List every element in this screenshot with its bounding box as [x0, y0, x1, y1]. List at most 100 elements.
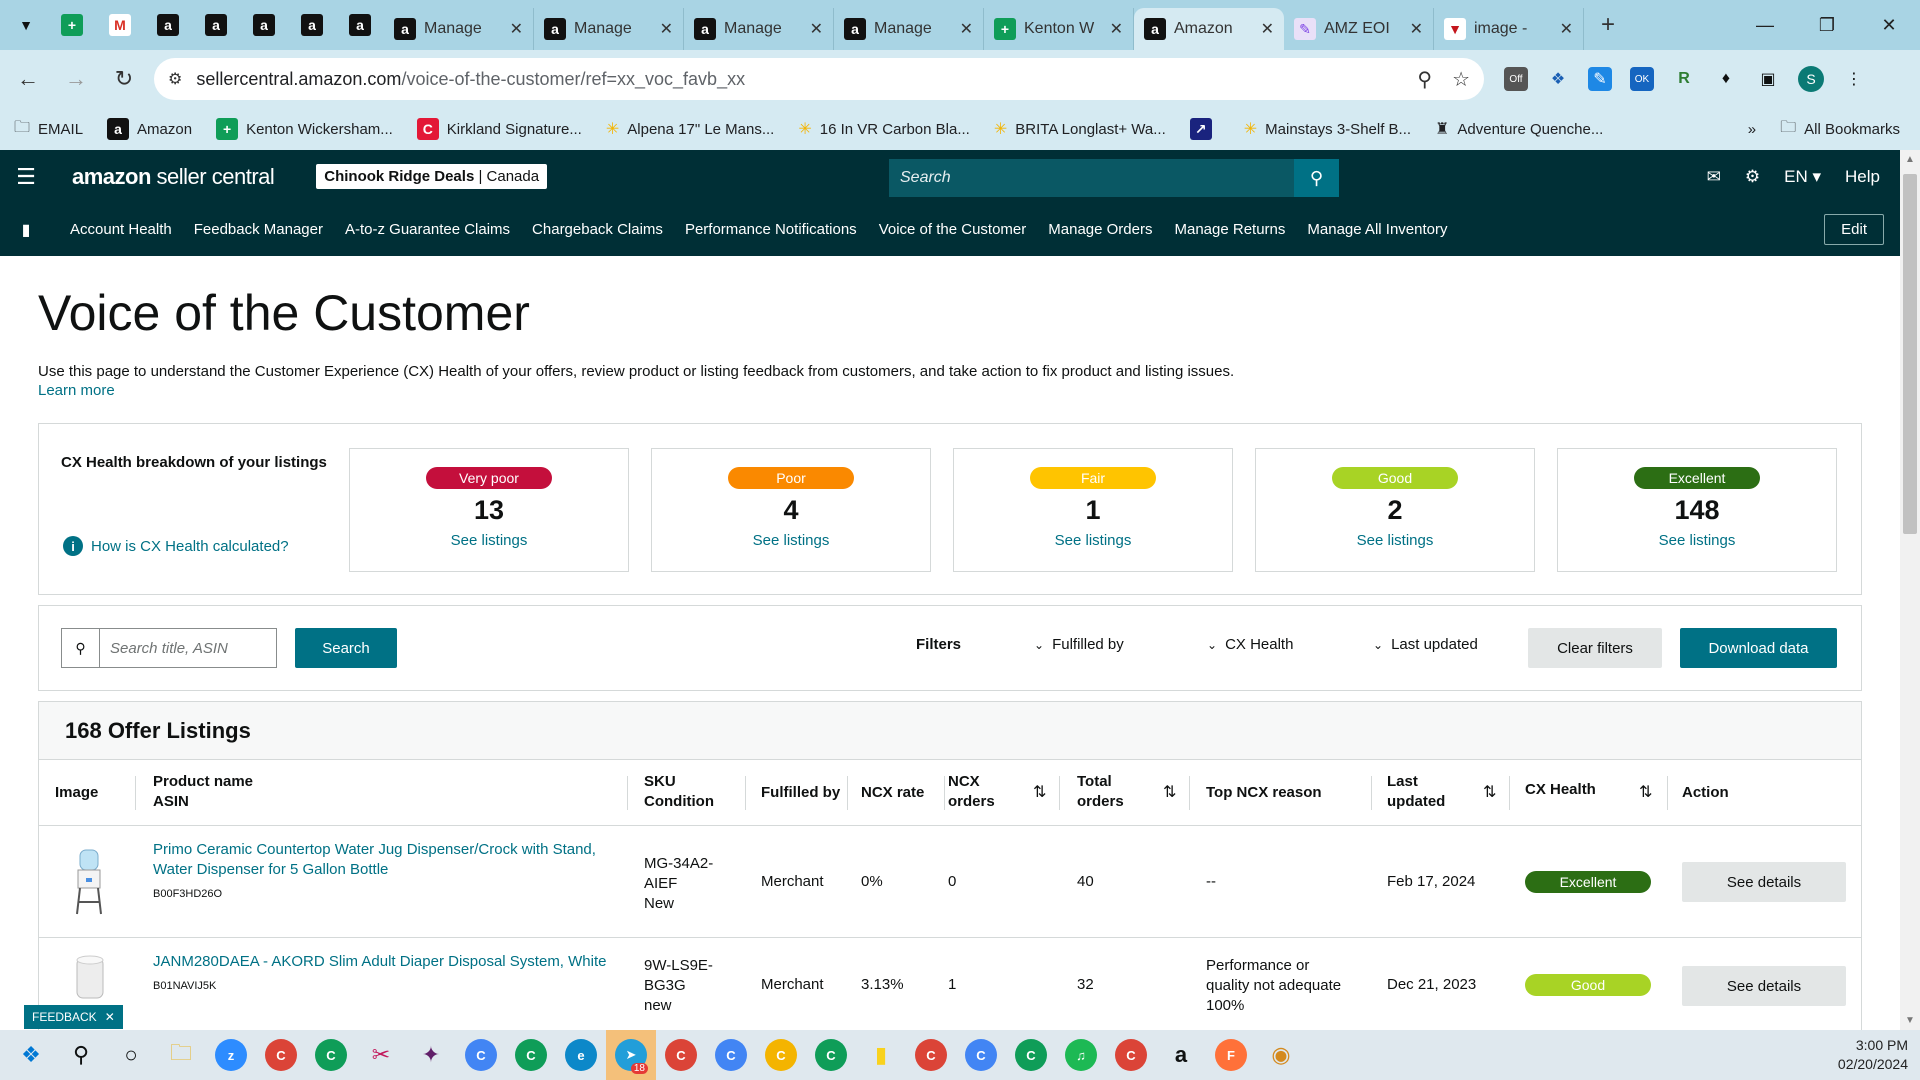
nav-account-health[interactable]: Account Health	[70, 221, 172, 238]
nav-manage-orders[interactable]: Manage Orders	[1048, 221, 1152, 238]
site-info-icon[interactable]: ⚙	[168, 69, 182, 89]
zoom-icon[interactable]: ⚲	[1417, 67, 1432, 92]
see-listings-link[interactable]: See listings	[1558, 532, 1836, 549]
bookmark-item[interactable]: ✳ BRITA Longlast+ Wa...	[994, 119, 1166, 139]
browser-tab[interactable]: + Kenton W ✕	[984, 8, 1134, 50]
page-scrollbar[interactable]: ▲ ▼	[1900, 150, 1920, 1030]
see-listings-link[interactable]: See listings	[954, 532, 1232, 549]
chrome-icon[interactable]: C	[1106, 1030, 1156, 1080]
tab-search-chevron-icon[interactable]: ▼	[8, 7, 44, 43]
restore-icon[interactable]: ❐	[1796, 0, 1858, 50]
gear-icon[interactable]: ⚙	[1745, 167, 1760, 187]
side-panel-icon[interactable]: ▣	[1756, 67, 1780, 91]
close-tab-icon[interactable]: ✕	[810, 19, 823, 39]
chrome-icon[interactable]: C	[306, 1030, 356, 1080]
cx-health-dropdown[interactable]: ⌄ CX Health	[1207, 636, 1293, 653]
nav-manage-all-inventory[interactable]: Manage All Inventory	[1307, 221, 1447, 238]
bookmark-item[interactable]: ✳ Alpena 17" Le Mans...	[606, 119, 775, 139]
pinned-tab-sheets[interactable]: +	[48, 0, 96, 50]
address-bar[interactable]: ⚙ sellercentral.amazon.com/voice-of-the-…	[154, 58, 1484, 100]
new-tab-button[interactable]: +	[1590, 11, 1626, 39]
language-selector[interactable]: EN ▾	[1784, 167, 1821, 187]
bookmark-item[interactable]: ✳ 16 In VR Carbon Bla...	[798, 119, 970, 139]
chrome-icon[interactable]: C	[256, 1030, 306, 1080]
bookmark-item[interactable]: ↗	[1189, 118, 1220, 140]
pinned-tab-amazon-3[interactable]: a	[240, 0, 288, 50]
see-details-button[interactable]: See details	[1682, 966, 1846, 1006]
listing-search-button[interactable]: Search	[295, 628, 397, 668]
zoom-icon[interactable]: z	[206, 1030, 256, 1080]
more-bookmarks-icon[interactable]: »	[1748, 121, 1756, 138]
ok-extension-icon[interactable]: OK	[1630, 67, 1654, 91]
search-input[interactable]: Search	[889, 169, 1294, 187]
bookmark-item[interactable]: a Amazon	[107, 118, 192, 140]
nav-feedback-manager[interactable]: Feedback Manager	[194, 221, 323, 238]
feedback-tab[interactable]: FEEDBACK ✕	[24, 1005, 123, 1029]
taskbar-clock[interactable]: 3:00 PM 02/20/2024	[1838, 1036, 1908, 1074]
back-icon[interactable]: ←	[8, 59, 48, 99]
search-icon[interactable]: ⚲	[1294, 159, 1339, 197]
close-tab-icon[interactable]: ✕	[660, 19, 673, 39]
bookmark-item[interactable]: C Kirkland Signature...	[416, 118, 582, 140]
pinned-tab-amazon-5[interactable]: a	[336, 0, 384, 50]
browser-tab[interactable]: a Manage ✕	[684, 8, 834, 50]
bookmark-item[interactable]: + Kenton Wickersham...	[216, 118, 393, 140]
slack-icon[interactable]: ✦	[406, 1030, 456, 1080]
product-name-link[interactable]: JANM280DAEA - AKORD Slim Adult Diaper Di…	[153, 952, 607, 972]
seller-central-logo[interactable]: amazon seller central	[72, 164, 275, 190]
pinned-tab-amazon-1[interactable]: a	[144, 0, 192, 50]
fulfilled-by-dropdown[interactable]: ⌄ Fulfilled by	[1034, 636, 1124, 653]
see-listings-link[interactable]: See listings	[1256, 532, 1534, 549]
minimize-icon[interactable]: —	[1734, 0, 1796, 50]
sort-icon[interactable]: ⇅	[1639, 782, 1652, 802]
close-icon[interactable]: ✕	[105, 1010, 115, 1024]
close-tab-icon[interactable]: ✕	[960, 19, 973, 39]
seller-central-search[interactable]: Search ⚲	[889, 159, 1339, 197]
close-tab-icon[interactable]: ✕	[510, 19, 523, 39]
bookmark-item[interactable]: ♜ Adventure Quenche...	[1435, 119, 1603, 139]
firefox-icon[interactable]: F	[1206, 1030, 1256, 1080]
cortana-icon[interactable]: ○	[106, 1030, 156, 1080]
rs-extension-icon[interactable]: R	[1672, 67, 1696, 91]
browser-tab[interactable]: a Manage ✕	[534, 8, 684, 50]
store-switcher[interactable]: Chinook Ridge Deals | Canada	[316, 164, 548, 189]
search-icon[interactable]: ⚲	[56, 1030, 106, 1080]
chrome-icon[interactable]: C	[506, 1030, 556, 1080]
nav-voice-of-the-customer[interactable]: Voice of the Customer	[879, 221, 1027, 238]
windows-start-icon[interactable]: ❖	[6, 1030, 56, 1080]
chrome-icon[interactable]: C	[756, 1030, 806, 1080]
bookmark-star-icon[interactable]: ☆	[1452, 67, 1470, 92]
bookmark-icon[interactable]: ▮	[0, 220, 52, 240]
all-bookmarks-button[interactable]: 🗀 All Bookmarks	[1780, 116, 1900, 143]
browser-tab[interactable]: ✎ AMZ EOI ✕	[1284, 8, 1434, 50]
close-tab-icon[interactable]: ✕	[1261, 19, 1274, 39]
see-details-button[interactable]: See details	[1682, 862, 1846, 902]
url-text[interactable]: sellercentral.amazon.com/voice-of-the-cu…	[196, 69, 1397, 90]
close-tab-icon[interactable]: ✕	[1110, 19, 1123, 39]
listing-search-input[interactable]: Search title, ASIN	[99, 628, 277, 668]
sticky-notes-icon[interactable]: ▮	[856, 1030, 906, 1080]
chrome-icon[interactable]: C	[656, 1030, 706, 1080]
bookmark-item[interactable]: ✳ Mainstays 3-Shelf B...	[1244, 119, 1411, 139]
nav-chargeback-claims[interactable]: Chargeback Claims	[532, 221, 663, 238]
browser-tab-active[interactable]: a Amazon ✕	[1134, 8, 1284, 50]
chrome-icon[interactable]: C	[706, 1030, 756, 1080]
clear-filters-button[interactable]: Clear filters	[1528, 628, 1662, 668]
coupon-extension-icon[interactable]: Off	[1504, 67, 1528, 91]
telegram-icon[interactable]: ➤ 18	[606, 1030, 656, 1080]
forward-icon[interactable]: →	[56, 59, 96, 99]
chrome-icon[interactable]: C	[956, 1030, 1006, 1080]
browser-tab[interactable]: a Manage ✕	[384, 8, 534, 50]
kebab-menu-icon[interactable]: ⋮	[1842, 67, 1866, 91]
learn-more-link[interactable]: Learn more	[38, 382, 115, 399]
close-tab-icon[interactable]: ✕	[1410, 19, 1423, 39]
nav-performance-notifications[interactable]: Performance Notifications	[685, 221, 857, 238]
last-updated-dropdown[interactable]: ⌄ Last updated	[1373, 636, 1478, 653]
snipping-icon[interactable]: ✂	[356, 1030, 406, 1080]
close-window-icon[interactable]: ✕	[1858, 0, 1920, 50]
scroll-down-icon[interactable]: ▼	[1905, 1015, 1915, 1026]
sort-icon[interactable]: ⇅	[1033, 782, 1046, 802]
nav-manage-returns[interactable]: Manage Returns	[1174, 221, 1285, 238]
scroll-up-icon[interactable]: ▲	[1905, 154, 1915, 165]
chrome-icon[interactable]: C	[806, 1030, 856, 1080]
